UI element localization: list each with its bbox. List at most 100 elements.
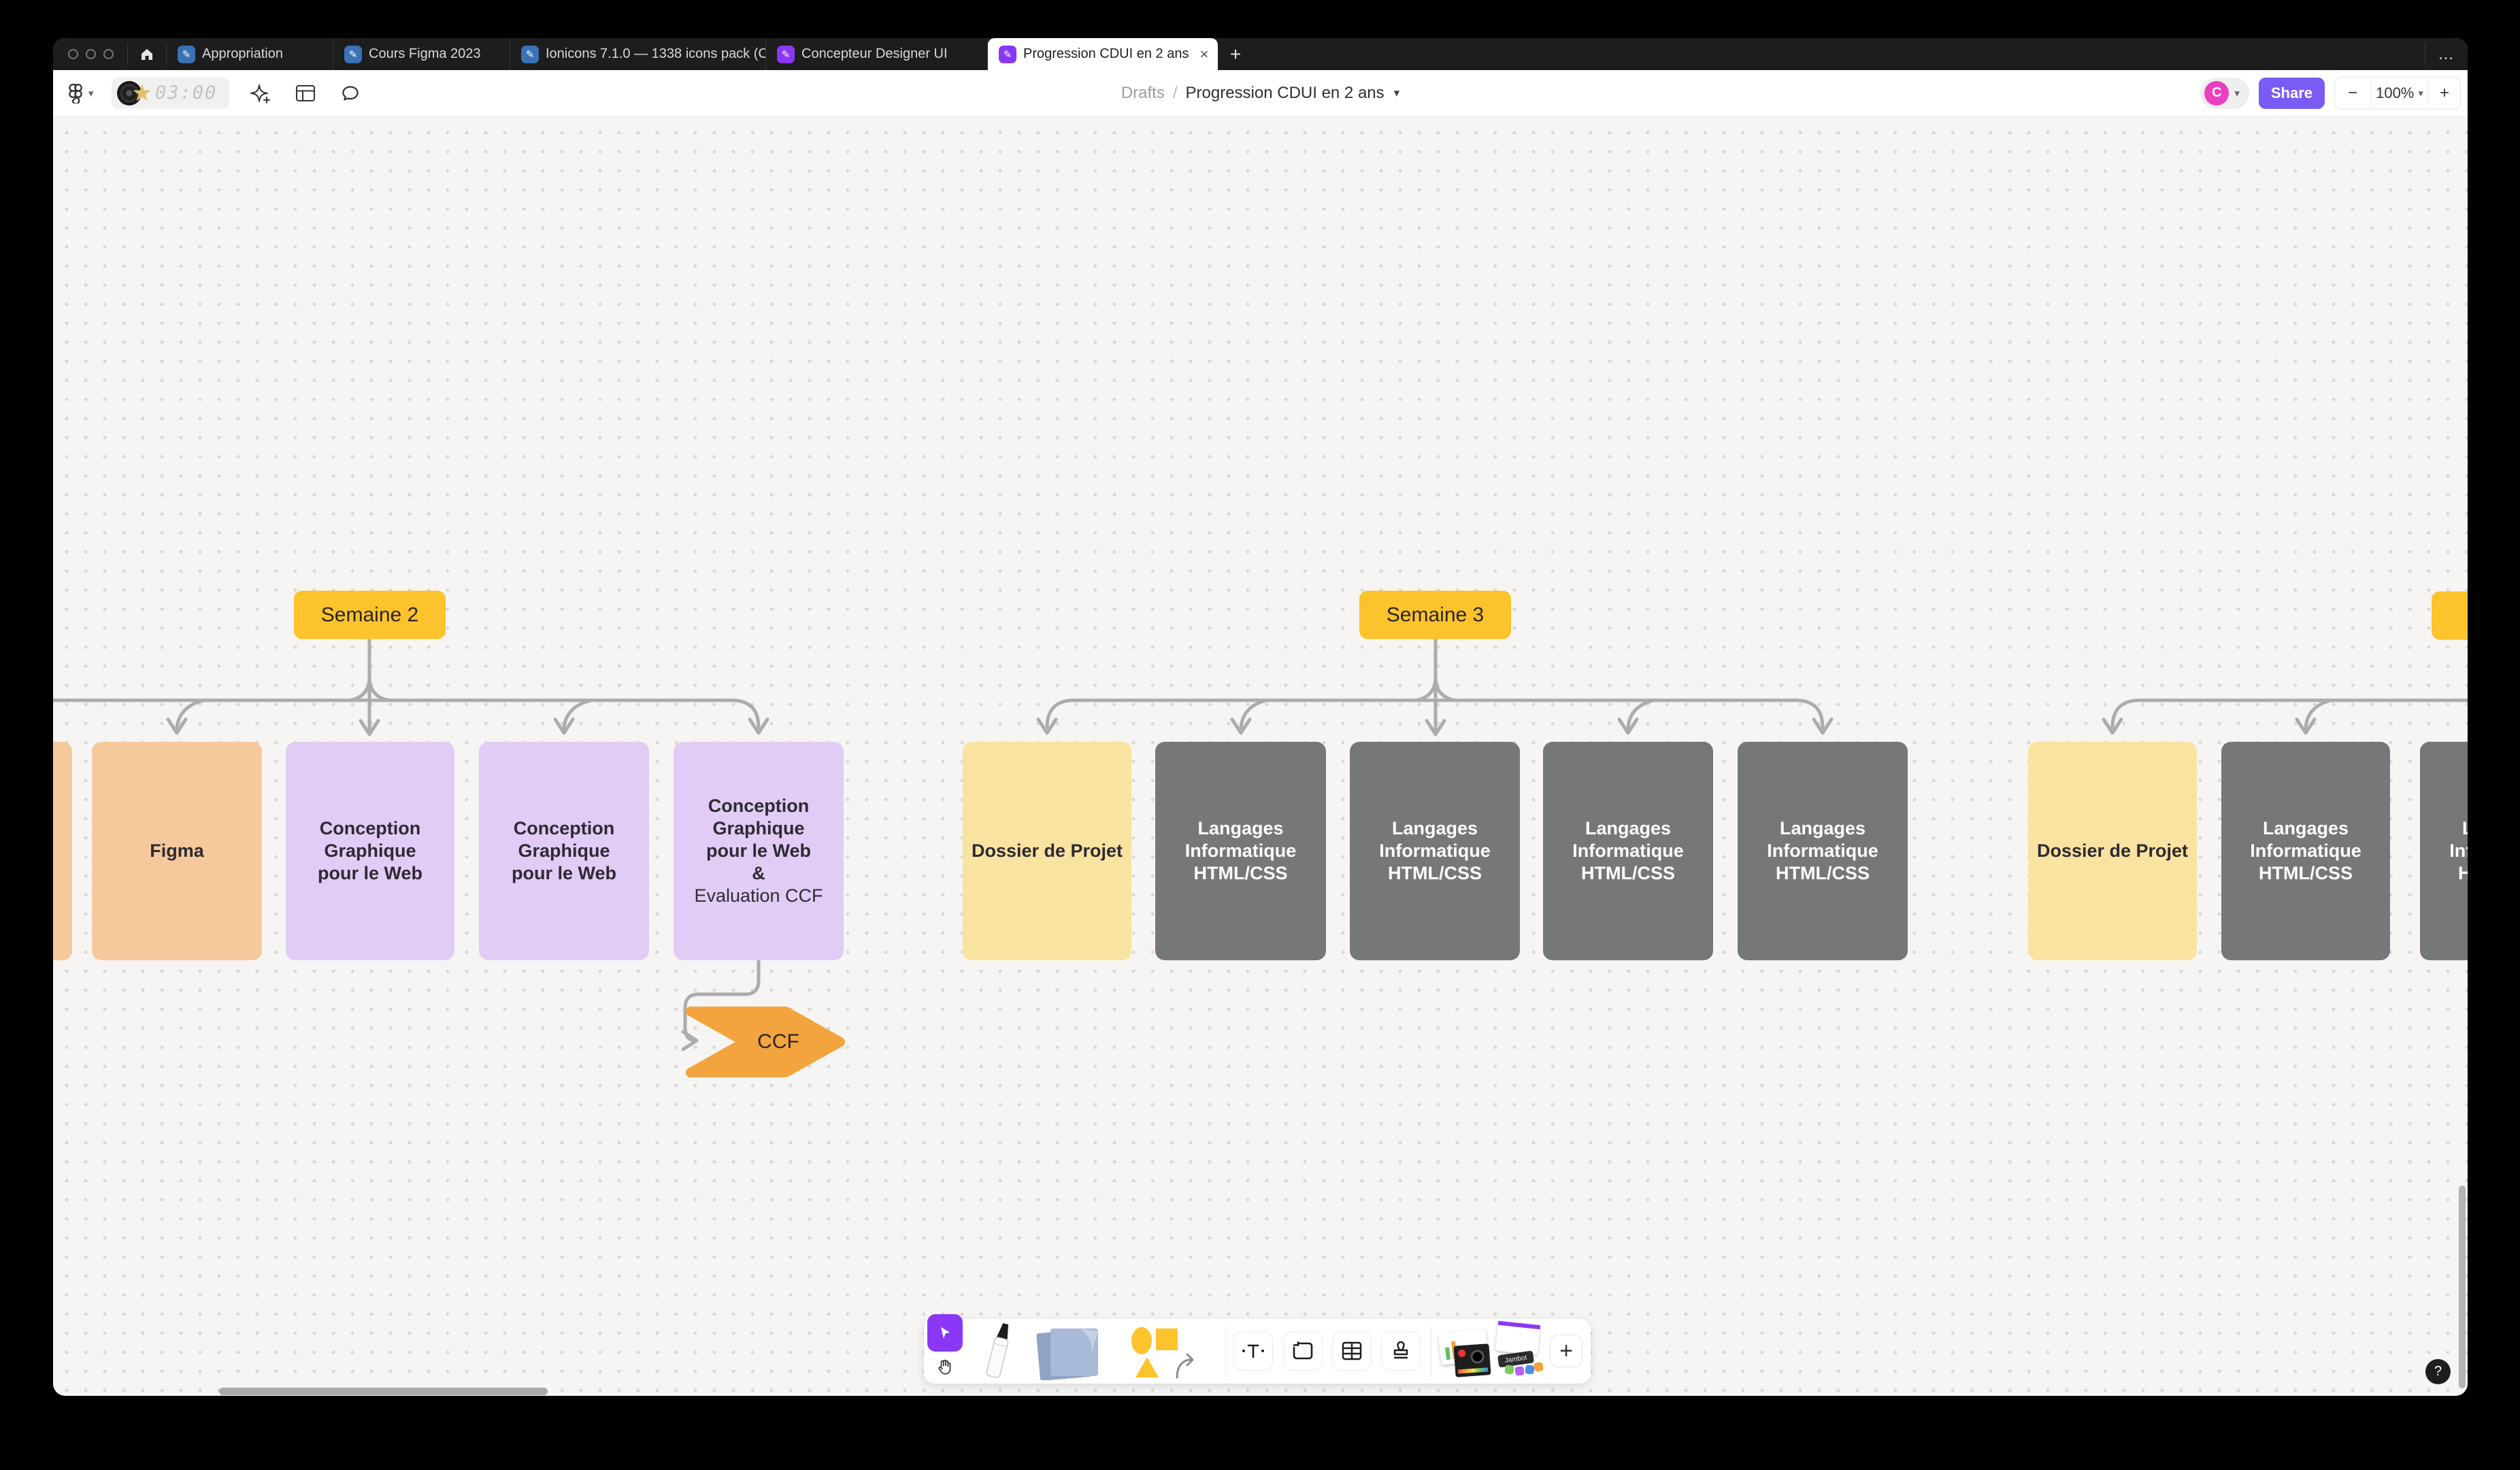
node-semaine-partial[interactable] — [2432, 591, 2468, 640]
hand-icon — [936, 1358, 954, 1376]
card-langages-4[interactable]: Langages Informatique HTML/CSS — [1738, 742, 1908, 960]
card-partial-left[interactable] — [53, 742, 72, 960]
card-label: Conception Graphique pour le Web — [512, 817, 616, 885]
chevron-down-icon: ▾ — [2418, 87, 2423, 99]
card-conception-ccf[interactable]: Conception Graphique pour le Web & Evalu… — [674, 742, 844, 960]
zoom-in-button[interactable]: + — [2429, 78, 2460, 109]
card-figma[interactable]: Figma — [92, 742, 262, 960]
card-sublabel: Evaluation CCF — [694, 885, 823, 907]
emoji-sticker — [1504, 1365, 1514, 1375]
new-tab-button[interactable]: + — [1218, 38, 1253, 70]
card-langages-5[interactable]: Langages Informatique HTML/CSS — [2221, 742, 2390, 960]
templates-button[interactable] — [292, 80, 319, 107]
media-widgets-button[interactable]: Jambot — [1440, 1323, 1543, 1380]
breadcrumb-root[interactable]: Drafts — [1121, 84, 1165, 103]
emoji-sticker — [1525, 1365, 1534, 1374]
card-conception-1[interactable]: Conception Graphique pour le Web — [286, 742, 454, 960]
card-dossier-projet-2[interactable]: Dossier de Projet — [2028, 742, 2197, 960]
card-dossier-projet-1[interactable]: Dossier de Projet — [963, 742, 1131, 960]
ccf-arrow-shape[interactable]: CCF — [685, 1006, 846, 1078]
card-label: Dossier de Projet — [972, 840, 1123, 862]
section-tool[interactable] — [1283, 1331, 1323, 1371]
emoji-sticker — [1514, 1366, 1524, 1375]
card-langages-3[interactable]: Langages Informatique HTML/CSS — [1543, 742, 1713, 960]
share-button[interactable]: Share — [2259, 78, 2325, 109]
section-icon — [1292, 1341, 1314, 1361]
tab-appropriation[interactable]: ✎ Appropriation — [167, 38, 333, 70]
tab-close-icon[interactable]: × — [1199, 46, 1208, 63]
card-langages-partial[interactable]: Langages Informatique HTML/CSS — [2420, 742, 2468, 960]
node-label: Semaine 2 — [321, 604, 418, 627]
figjam-file-icon: ✎ — [999, 46, 1016, 63]
avatar: C — [2204, 81, 2229, 105]
comments-button[interactable] — [337, 80, 364, 107]
question-mark-icon: ? — [2434, 1364, 2442, 1379]
zoom-level-menu[interactable]: 100% ▾ — [2370, 78, 2429, 109]
breadcrumb-separator: / — [1173, 84, 1178, 103]
tab-label: Appropriation — [202, 46, 283, 62]
tab-overflow-menu-button[interactable]: … — [2425, 38, 2468, 70]
hand-tool[interactable] — [927, 1353, 963, 1382]
main-menu-button[interactable]: ▾ — [67, 83, 94, 103]
sticky-note-icon — [1033, 1324, 1121, 1380]
tab-ionicons[interactable]: ✎ Ionicons 7.1.0 — 1338 icons pack (C — [510, 38, 766, 70]
window-minimize-button[interactable] — [86, 49, 96, 59]
card-label: Langages Informatique HTML/CSS — [1185, 817, 1297, 885]
card-label: Figma — [150, 840, 204, 862]
table-tool[interactable] — [1332, 1331, 1372, 1371]
star-icon: ★ — [132, 80, 152, 107]
more-tools-button[interactable]: + — [1550, 1335, 1582, 1367]
shape-tool-ellipse[interactable] — [1131, 1327, 1152, 1354]
select-tool[interactable] — [927, 1314, 963, 1352]
card-label: Conception Graphique pour le Web — [318, 817, 422, 885]
stamp-icon — [1391, 1340, 1411, 1362]
account-menu[interactable]: C ▾ — [2200, 78, 2249, 109]
shape-tool-square[interactable] — [1156, 1328, 1178, 1350]
text-tool[interactable] — [1233, 1331, 1273, 1371]
card-label: Conception Graphique pour le Web & — [706, 795, 811, 885]
card-langages-1[interactable]: Langages Informatique HTML/CSS — [1155, 742, 1326, 960]
tab-cours-figma[interactable]: ✎ Cours Figma 2023 — [333, 38, 510, 70]
jambot-label: Jambot — [1504, 1354, 1527, 1364]
zoom-controls: − 100% ▾ + — [2334, 77, 2461, 110]
connector-tool[interactable] — [1174, 1352, 1197, 1382]
chevron-down-icon[interactable]: ▾ — [1394, 86, 1400, 100]
table-icon — [1341, 1341, 1363, 1361]
cursor-icon — [937, 1325, 953, 1341]
tab-progression-active[interactable]: ✎ Progression CDUI en 2 ans × — [988, 38, 1218, 70]
node-label: Semaine 3 — [1387, 604, 1484, 627]
divider — [1225, 1326, 1226, 1377]
help-button[interactable]: ? — [2425, 1359, 2451, 1384]
figjam-tool-dock: Jambot + — [924, 1319, 1591, 1384]
card-label: Langages Informatique HTML/CSS — [1379, 817, 1491, 885]
home-icon — [139, 46, 155, 63]
breadcrumb: Drafts / Progression CDUI en 2 ans ▾ — [53, 70, 2468, 116]
ai-actions-button[interactable] — [247, 80, 274, 107]
horizontal-scrollbar[interactable] — [219, 1388, 548, 1395]
stamp-tool[interactable] — [1381, 1331, 1421, 1371]
shape-tool-triangle[interactable] — [1135, 1357, 1159, 1377]
home-button[interactable] — [128, 38, 166, 70]
vertical-scrollbar[interactable] — [2459, 1186, 2466, 1388]
node-semaine-3[interactable]: Semaine 3 — [1359, 591, 1511, 639]
tab-concepteur[interactable]: ✎ Concepteur Designer UI — [766, 38, 988, 70]
window-maximize-button[interactable] — [103, 49, 114, 59]
timer-widget[interactable]: ★ 03:00 — [112, 78, 230, 109]
figjam-canvas[interactable]: Semaine 2 Semaine 3 Figma Conception Gra… — [53, 116, 2468, 1396]
marker-tool[interactable] — [978, 1322, 1019, 1385]
zoom-level-value: 100% — [2376, 84, 2414, 102]
emoji-sticker — [1533, 1362, 1544, 1372]
card-label: Langages Informatique HTML/CSS — [2250, 817, 2361, 885]
window-close-button[interactable] — [68, 49, 78, 59]
card-langages-2[interactable]: Langages Informatique HTML/CSS — [1350, 742, 1520, 960]
chat-bubble-icon — [340, 83, 361, 103]
node-semaine-2[interactable]: Semaine 2 — [294, 591, 446, 639]
card-conception-2[interactable]: Conception Graphique pour le Web — [479, 742, 649, 960]
sticky-note-tool[interactable] — [1033, 1324, 1121, 1384]
figma-file-icon: ✎ — [178, 46, 195, 63]
zoom-out-button[interactable]: − — [2335, 78, 2370, 109]
figma-logo-icon — [67, 83, 84, 103]
tab-label: Cours Figma 2023 — [369, 46, 481, 62]
card-label: Langages Informatique HTML/CSS — [2449, 817, 2468, 885]
breadcrumb-current[interactable]: Progression CDUI en 2 ans — [1186, 84, 1385, 103]
